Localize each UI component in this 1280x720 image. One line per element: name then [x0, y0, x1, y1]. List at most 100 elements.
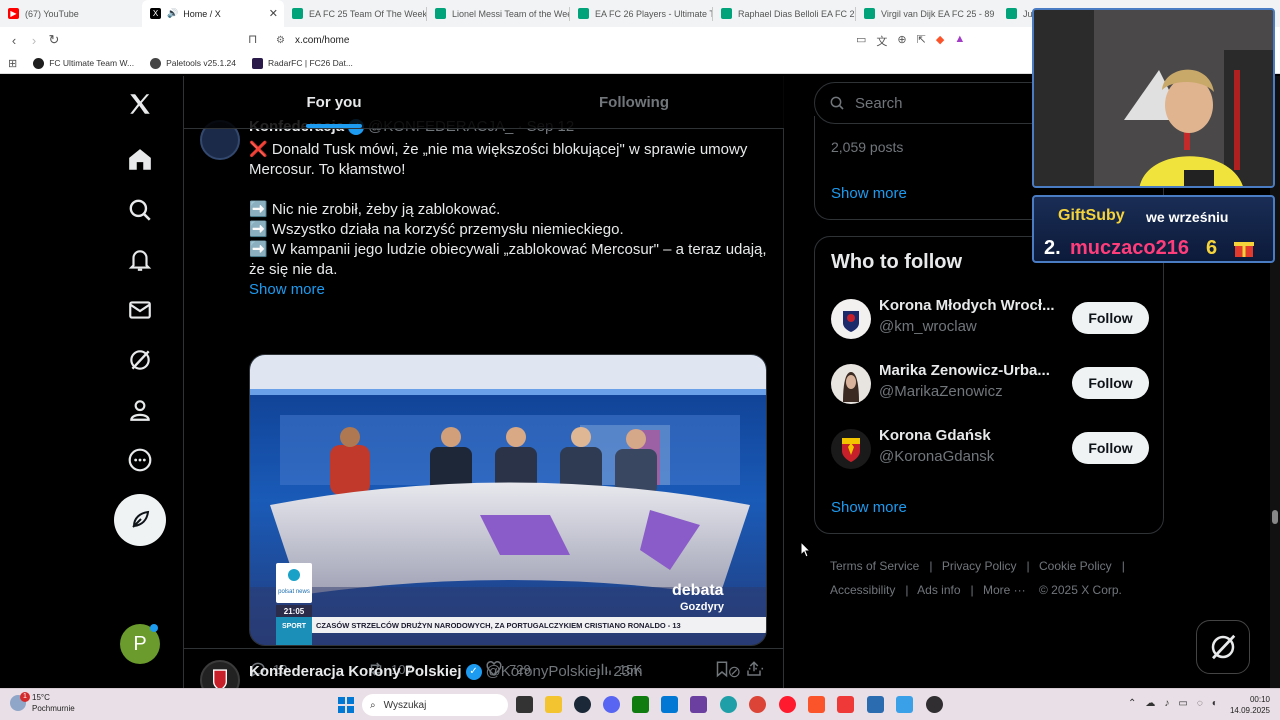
translate-icon[interactable]: 文: [876, 33, 887, 49]
suggestion-handle[interactable]: @KoronaGdansk: [879, 448, 994, 465]
brave-icon[interactable]: [808, 696, 825, 713]
obs-icon[interactable]: [926, 696, 943, 713]
tweet[interactable]: Konfederacja ✓ @KONFEDERACJA_ · Sep 12 ❌…: [184, 118, 784, 680]
follow-suggestion[interactable]: Korona Młodych Wrocł... @km_wroclaw Foll…: [831, 293, 1149, 345]
show-more-trends-link[interactable]: Show more: [831, 185, 907, 202]
microphone-icon[interactable]: ♪: [1164, 698, 1169, 709]
suggestion-name[interactable]: Marika Zenowicz-Urba...: [879, 362, 1059, 379]
brave-rewards-icon[interactable]: ▲: [954, 33, 965, 49]
bookmark-fc-ultimate[interactable]: FC Ultimate Team W...: [33, 57, 134, 69]
edge-icon[interactable]: [720, 696, 737, 713]
messages-mail-icon[interactable]: [120, 290, 160, 330]
privacy-link[interactable]: Privacy Policy: [942, 559, 1017, 573]
share-icon[interactable]: ⇱: [917, 33, 926, 49]
more-link[interactable]: More ···: [983, 583, 1026, 597]
close-tab-icon[interactable]: ✕: [269, 7, 278, 20]
scrollbar-thumb[interactable]: [1272, 510, 1278, 524]
accessibility-link[interactable]: Accessibility: [830, 583, 895, 597]
explore-search-icon[interactable]: [120, 190, 160, 230]
korona-polskiej-avatar[interactable]: [200, 660, 240, 688]
vscode-icon[interactable]: [661, 696, 678, 713]
cloud-icon[interactable]: ☁: [1145, 698, 1155, 709]
brave-shield-icon[interactable]: ◆: [936, 33, 944, 49]
steam-icon[interactable]: [574, 696, 591, 713]
network-icon[interactable]: ◌: [1197, 698, 1203, 709]
ads-info-link[interactable]: Ads info: [917, 583, 960, 597]
taskbar-clock[interactable]: 00:10 14.09.2025: [1226, 694, 1270, 716]
display-icon[interactable]: ▭: [1178, 698, 1187, 709]
news-ticker-text: CZASÓW STRZELCÓW DRUŻYN NARODOWYCH, ZA P…: [316, 621, 681, 630]
photos-icon[interactable]: [867, 696, 884, 713]
tweet[interactable]: Konfederacja Korony Polskiej ✓ @KoronyPo…: [184, 660, 784, 688]
author-name[interactable]: Konfederacja Korony Polskiej: [249, 663, 462, 680]
follow-button[interactable]: Follow: [1072, 432, 1149, 464]
start-button[interactable]: [338, 697, 354, 713]
tab-futbin-2[interactable]: Lionel Messi Team of the Week: [427, 0, 569, 27]
tab-futbin-1[interactable]: EA FC 25 Team Of The Week 1: [284, 0, 426, 27]
chevron-up-icon[interactable]: ⌃: [1128, 698, 1136, 709]
gift-title: GiftSuby: [1058, 207, 1125, 224]
marika-zenowicz-avatar[interactable]: [831, 364, 871, 404]
volume-icon[interactable]: ◐: [1212, 698, 1218, 709]
site-info-icon[interactable]: ⚙: [276, 35, 285, 46]
tab-youtube[interactable]: ▶ (67) YouTube: [0, 0, 142, 27]
discord-icon[interactable]: [603, 696, 620, 713]
show-more-follow-link[interactable]: Show more: [831, 499, 907, 516]
compose-post-button[interactable]: [114, 494, 166, 546]
taskbar-search[interactable]: ⌕ Wyszukaj: [362, 694, 508, 716]
follow-button[interactable]: Follow: [1072, 302, 1149, 334]
tab-label: EA FC 25 Team Of The Week 1: [309, 8, 426, 19]
futbin-icon: [292, 8, 303, 19]
eagle-crest-icon: [843, 311, 859, 332]
suggestion-handle[interactable]: @MarikaZenowicz: [879, 383, 1003, 400]
bookmark-page-icon[interactable]: ⊓: [248, 32, 257, 46]
more-options-icon[interactable]: ···: [747, 660, 766, 678]
notifications-bell-icon[interactable]: [120, 240, 160, 280]
more-options-icon[interactable]: [120, 440, 160, 480]
tab-for-you[interactable]: For you: [184, 76, 484, 128]
suggestion-name[interactable]: Korona Gdańsk: [879, 427, 1059, 444]
zoom-icon[interactable]: ⊕: [897, 33, 906, 49]
tab-x-home[interactable]: X 🔊 Home / X ✕: [142, 0, 284, 27]
tab-futbin-4[interactable]: Raphael Dias Belloli EA FC 26: [713, 0, 855, 27]
grok-floating-button[interactable]: [1196, 620, 1250, 674]
vivaldi-icon[interactable]: [837, 696, 854, 713]
bookmark-paletools[interactable]: Paletools v25.1.24: [150, 57, 236, 69]
suggestion-name[interactable]: Korona Młodych Wrocł...: [879, 297, 1059, 314]
tab-following[interactable]: Following: [484, 76, 784, 128]
x-logo-icon[interactable]: [120, 84, 160, 124]
korona-mlodych-avatar[interactable]: [831, 299, 871, 339]
tweet-video-thumbnail[interactable]: polsat news 21:05 SPORT CZASÓW STRZELCÓW…: [249, 354, 767, 646]
tab-futbin-5[interactable]: Virgil van Dijk EA FC 25 - 89: [856, 0, 998, 27]
follow-suggestion[interactable]: Korona Gdańsk @KoronaGdansk Follow: [831, 423, 1149, 475]
app-icon[interactable]: [896, 696, 913, 713]
show-more-link[interactable]: Show more: [249, 280, 769, 300]
separator: |: [929, 559, 933, 573]
app-icon[interactable]: [690, 696, 707, 713]
grok-analyze-icon[interactable]: ⊘: [728, 662, 742, 682]
grok-icon[interactable]: [120, 340, 160, 380]
reload-icon[interactable]: ↻: [44, 32, 64, 48]
profile-icon[interactable]: [120, 390, 160, 430]
suggestion-handle[interactable]: @km_wroclaw: [879, 318, 977, 335]
chrome-icon[interactable]: [749, 696, 766, 713]
follow-button[interactable]: Follow: [1072, 367, 1149, 399]
sidebar-footer: Terms of Service | Privacy Policy | Cookie…: [830, 554, 1160, 602]
korona-gdansk-avatar[interactable]: [831, 429, 871, 469]
author-handle[interactable]: @KoronyPolskiej · 23m: [486, 663, 643, 680]
home-icon[interactable]: [120, 140, 160, 180]
tab-futbin-3[interactable]: EA FC 26 Players - Ultimate Te: [570, 0, 712, 27]
xbox-icon[interactable]: [632, 696, 649, 713]
file-explorer-icon[interactable]: [545, 696, 562, 713]
apps-grid-icon[interactable]: ⊞: [8, 57, 17, 70]
forward-icon[interactable]: ›: [24, 33, 44, 48]
cast-icon[interactable]: ▭: [856, 33, 866, 49]
follow-suggestion[interactable]: Marika Zenowicz-Urba... @MarikaZenowicz …: [831, 358, 1149, 410]
terms-link[interactable]: Terms of Service: [830, 559, 919, 573]
weather-widget[interactable]: 1 15°C Pochmurnie: [10, 692, 75, 714]
opera-icon[interactable]: [779, 696, 796, 713]
task-view-icon[interactable]: [516, 696, 533, 713]
back-icon[interactable]: ‹: [4, 33, 24, 48]
bookmark-radarfc[interactable]: RadarFC | FC26 Dat...: [252, 57, 353, 69]
cookie-link[interactable]: Cookie Policy: [1039, 559, 1112, 573]
